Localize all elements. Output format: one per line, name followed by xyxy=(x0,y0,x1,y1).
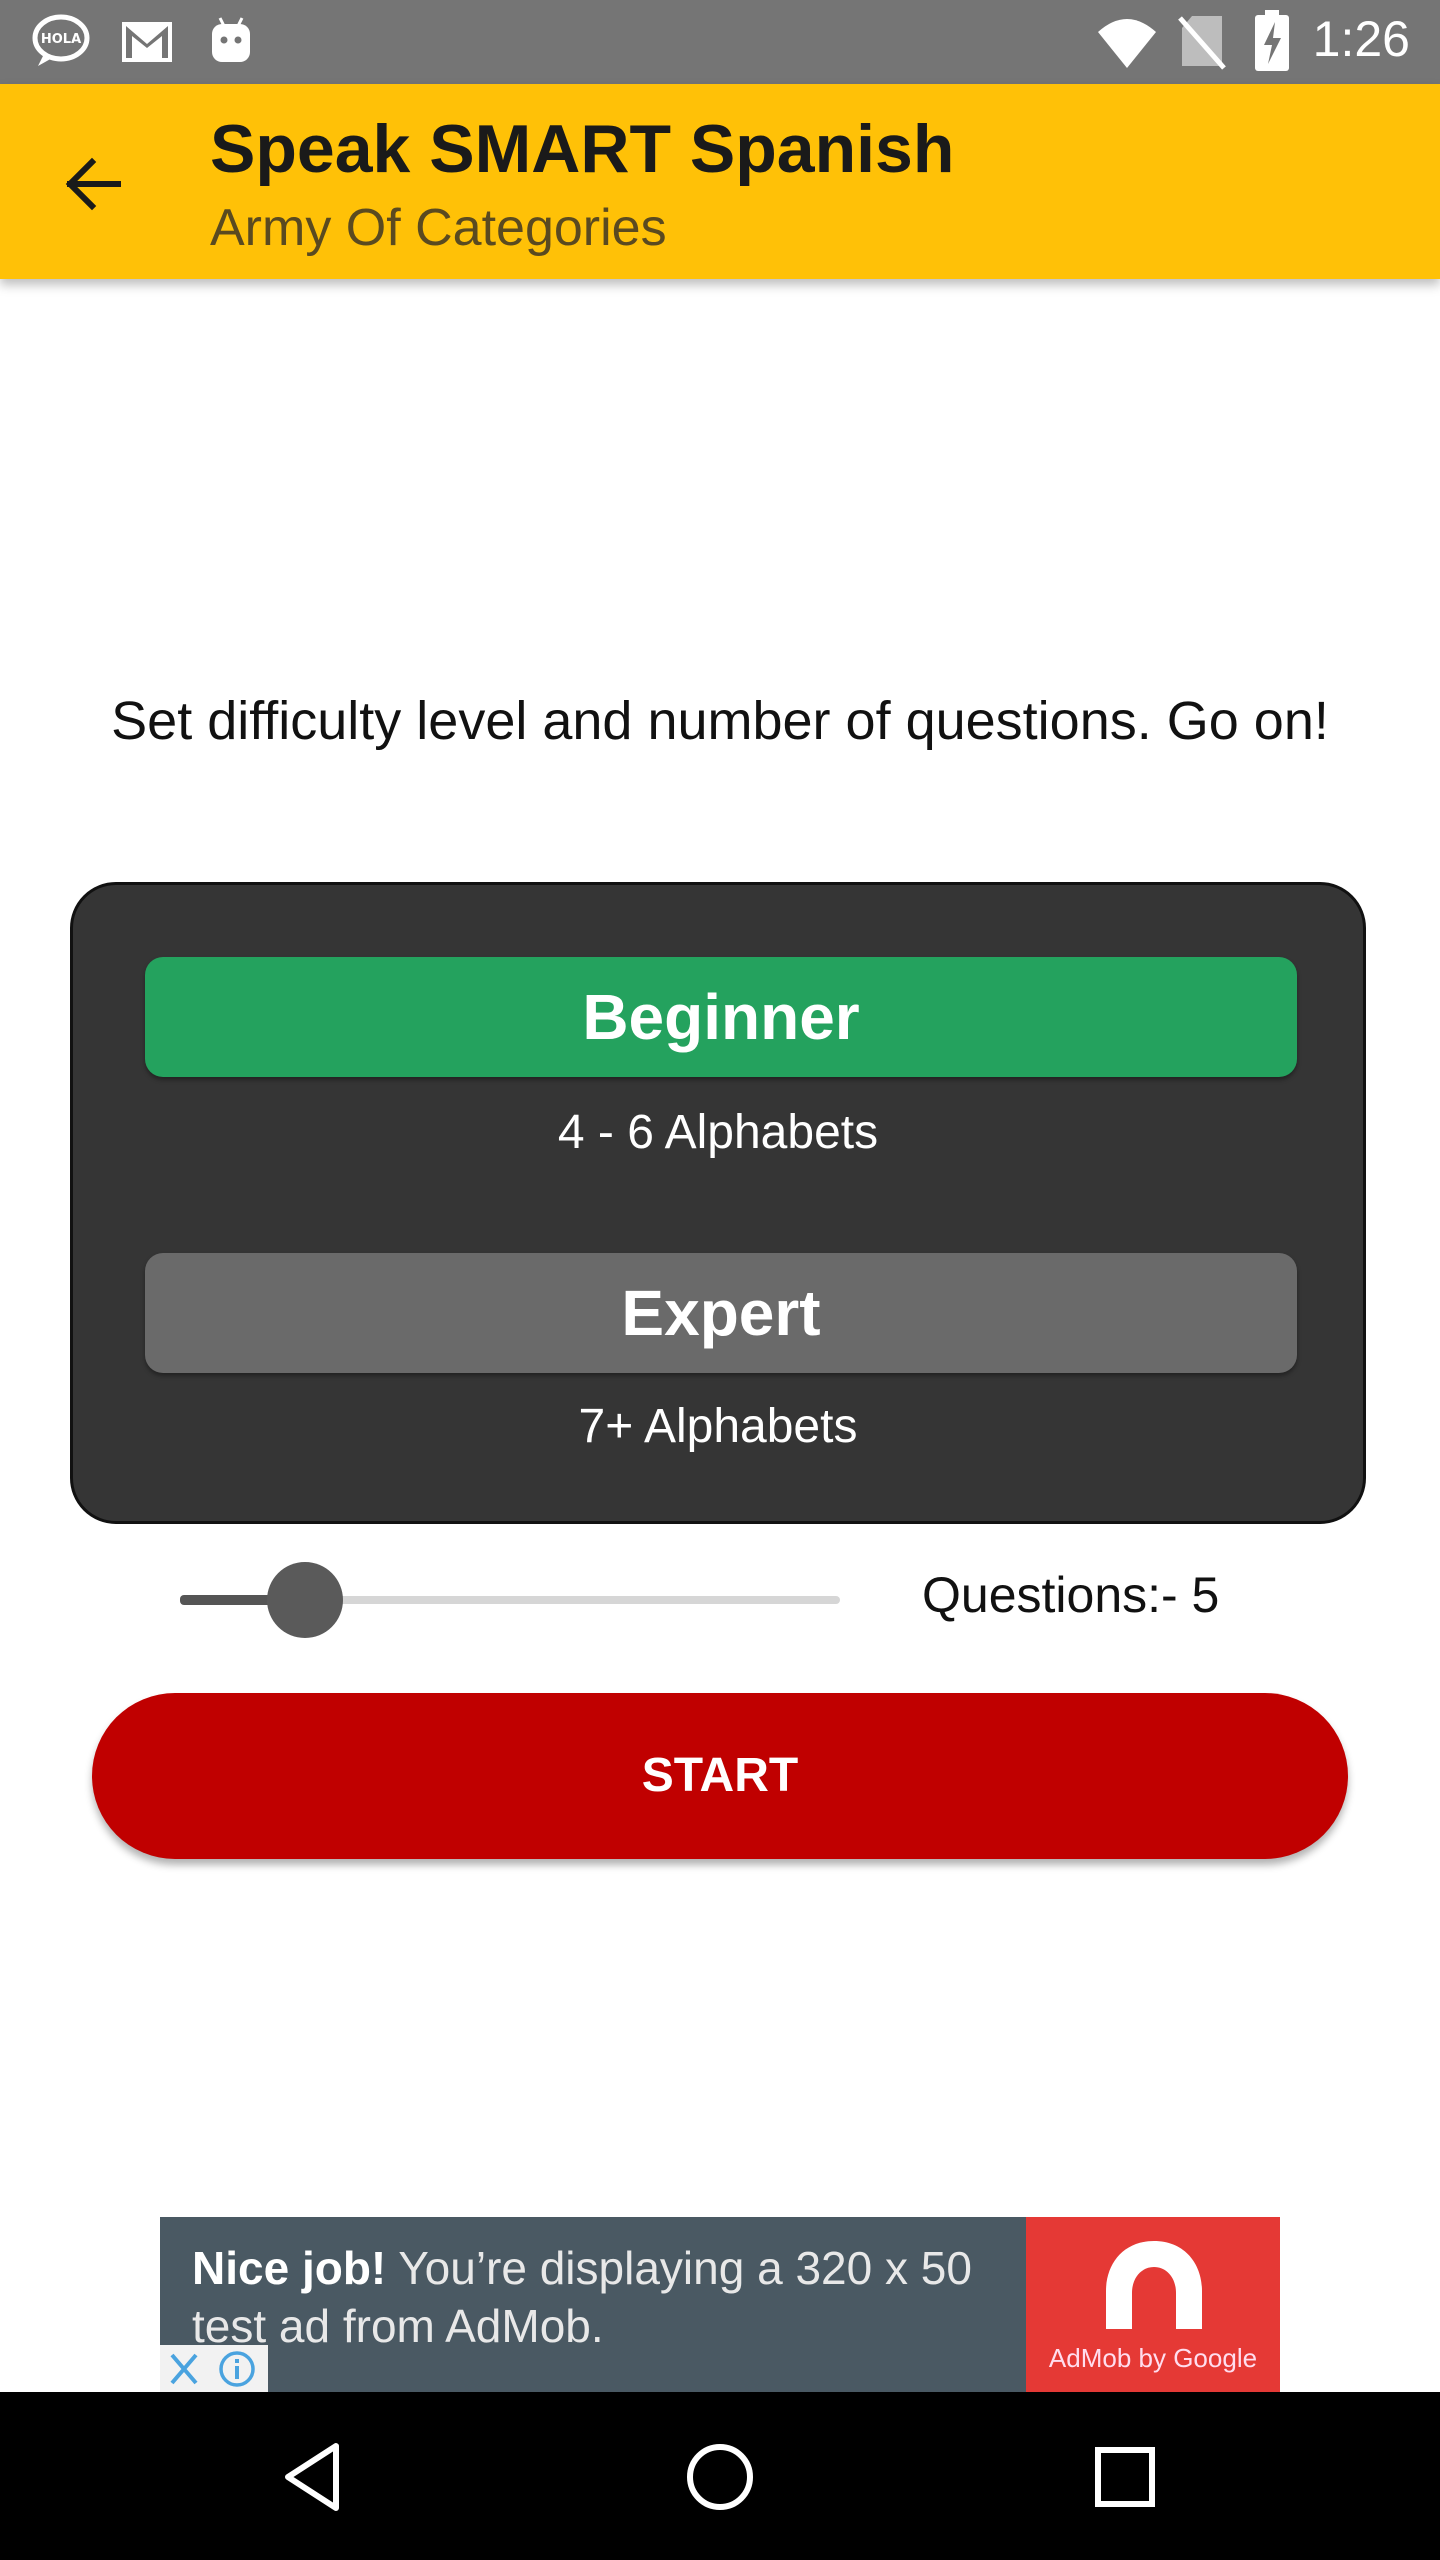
close-icon[interactable] xyxy=(164,2351,204,2392)
no-sim-icon xyxy=(1178,14,1226,75)
instructions-text: Set difficulty level and number of quest… xyxy=(111,691,1329,751)
app-bar: Speak SMART Spanish Army Of Categories xyxy=(0,84,1440,279)
info-icon[interactable] xyxy=(216,2349,258,2392)
ad-choices[interactable] xyxy=(160,2345,268,2392)
ad-headline: Nice job! xyxy=(192,2242,387,2294)
home-circle-icon[interactable] xyxy=(675,2432,765,2522)
back-arrow-icon[interactable] xyxy=(56,144,136,224)
questions-count: Questions:- 5 xyxy=(922,1567,1220,1623)
beginner-button[interactable]: Beginner xyxy=(145,957,1297,1077)
wifi-icon xyxy=(1096,14,1158,75)
expert-description: 7+ Alphabets xyxy=(578,1400,858,1453)
android-icon xyxy=(208,14,254,71)
ad-banner[interactable]: Nice job! You’re displaying a 320 x 50 t… xyxy=(160,2217,1280,2392)
gmail-icon xyxy=(120,20,174,69)
back-triangle-icon[interactable] xyxy=(270,2432,360,2522)
admob-logo-area: AdMob by Google xyxy=(1026,2217,1280,2392)
slider-thumb[interactable] xyxy=(267,1562,343,1638)
app-subtitle: Army Of Categories xyxy=(210,199,667,257)
recents-square-icon[interactable] xyxy=(1080,2432,1170,2522)
app-title: Speak SMART Spanish xyxy=(210,111,955,187)
expert-button[interactable]: Expert xyxy=(145,1253,1297,1373)
status-time: 1:26 xyxy=(1312,11,1410,67)
admob-logo-icon xyxy=(1098,2235,1210,2340)
hola-icon: HOLA xyxy=(30,12,92,75)
battery-icon xyxy=(1254,10,1290,77)
start-button[interactable]: START xyxy=(92,1693,1348,1859)
questions-slider[interactable] xyxy=(180,1560,840,1640)
navigation-bar xyxy=(0,2392,1440,2560)
ad-brand: AdMob by Google xyxy=(1048,2343,1258,2373)
status-bar: HOLA 1:26 xyxy=(0,0,1440,84)
beginner-description: 4 - 6 Alphabets xyxy=(557,1106,879,1159)
ad-text-area: Nice job! You’re displaying a 320 x 50 t… xyxy=(160,2217,1026,2392)
difficulty-panel: Beginner 4 - 6 Alphabets Expert 7+ Alpha… xyxy=(70,882,1366,1524)
svg-text:HOLA: HOLA xyxy=(41,32,81,47)
ad-text: Nice job! You’re displaying a 320 x 50 t… xyxy=(192,2239,1012,2355)
